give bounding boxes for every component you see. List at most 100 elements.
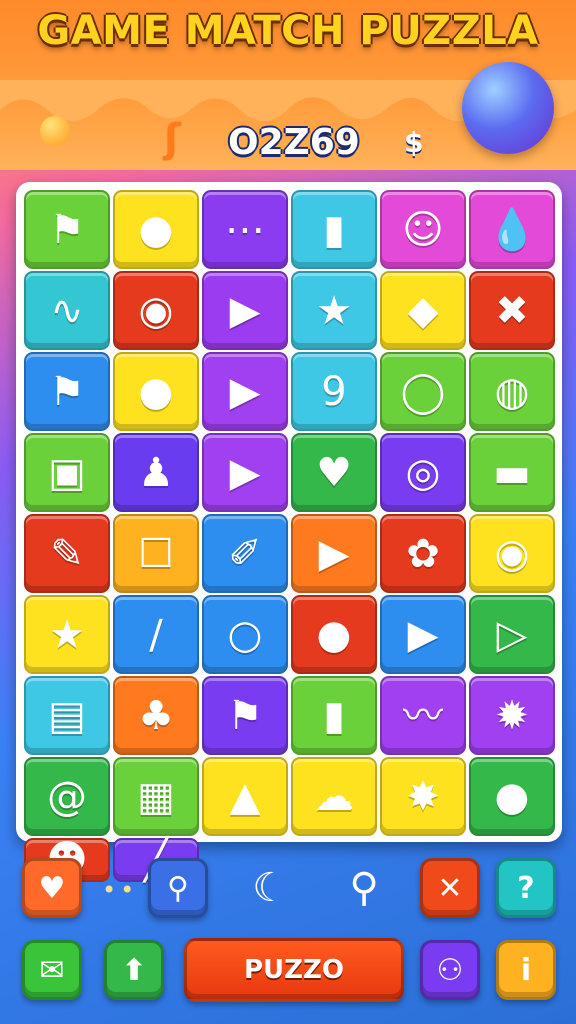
monster-box-tile[interactable]: ▣ <box>24 433 110 512</box>
balloon-icon: ● <box>138 368 174 415</box>
fox-face-icon: ◉ <box>138 287 174 334</box>
easel-tile[interactable]: ▦ <box>113 757 199 836</box>
orange-triangle-icon: ▶ <box>318 530 350 577</box>
number-nine-tile[interactable]: 9 <box>291 352 377 431</box>
page-dots: •• <box>102 876 139 904</box>
battery-tile[interactable]: ▮ <box>291 676 377 755</box>
chat-cookie-tile[interactable]: ● <box>291 595 377 674</box>
help-button[interactable]: ? <box>496 858 556 918</box>
help-icon: ? <box>517 870 535 906</box>
red-gem-tile[interactable]: ◆ <box>380 271 466 350</box>
snake-icon: ∿ <box>50 287 84 334</box>
drop-tile[interactable]: 💧 <box>469 190 555 269</box>
needle-tile[interactable]: ∕ <box>113 595 199 674</box>
chat-bubble-icon: ⋯ <box>225 206 265 253</box>
balloon-tile[interactable]: ● <box>113 352 199 431</box>
lightbulb-tile[interactable]: ◯ <box>380 352 466 431</box>
hook-icon: ʃ <box>164 116 181 162</box>
info-button[interactable]: i <box>496 940 556 1000</box>
sphere-tile[interactable]: ◍ <box>469 352 555 431</box>
ring-tile[interactable]: ○ <box>202 595 288 674</box>
fox-face-tile[interactable]: ◉ <box>113 271 199 350</box>
pen-tile[interactable]: ✐ <box>202 514 288 593</box>
us-flag-icon: ⚑ <box>227 692 263 739</box>
play-triangle-icon: ▶ <box>229 287 261 334</box>
magnifier-button[interactable]: ⚲ <box>334 858 394 918</box>
user-button[interactable]: ⚇ <box>420 940 480 1000</box>
fox-icon: ▲ <box>229 773 261 820</box>
puzzo-button[interactable]: PUZZO <box>184 938 404 1002</box>
box-face-icon: ☐ <box>138 530 174 577</box>
play-button-tile[interactable]: ▶ <box>202 352 288 431</box>
orange-triangle-tile[interactable]: ▶ <box>291 514 377 593</box>
grandma-face-icon: ☺ <box>402 206 444 253</box>
snake-tile[interactable]: ∿ <box>24 271 110 350</box>
heart-icon: ♥ <box>38 870 66 906</box>
star-icon: ★ <box>316 287 352 334</box>
heart-card-icon: ♥ <box>316 449 352 496</box>
pacifier-tile[interactable]: ♟ <box>113 433 199 512</box>
star-tile[interactable]: ★ <box>291 271 377 350</box>
palm-tree-icon: ♣ <box>138 692 174 739</box>
pencil-tile[interactable]: ✎ <box>24 514 110 593</box>
box-face-tile[interactable]: ☐ <box>113 514 199 593</box>
orange-fruit-tile[interactable]: ● <box>469 757 555 836</box>
flashlight-button[interactable]: ⚲ <box>148 858 208 918</box>
us-flag-tile[interactable]: ⚑ <box>202 676 288 755</box>
monster-box-icon: ▣ <box>48 449 86 496</box>
fox-tile[interactable]: ▲ <box>202 757 288 836</box>
ring-icon: ○ <box>227 611 263 658</box>
close-button[interactable]: ✕ <box>420 858 480 918</box>
speech-bubble-tile[interactable]: ● <box>113 190 199 269</box>
blue-triangle-tile[interactable]: ▶ <box>202 433 288 512</box>
arrow-icon: ⬆ <box>121 952 147 988</box>
drop-icon: 💧 <box>487 206 537 253</box>
cloud-icon: ☁ <box>314 773 354 820</box>
battery-icon: ▮ <box>322 692 345 739</box>
red-gem-icon: ◆ <box>407 287 439 334</box>
lizard-tile[interactable]: 〰 <box>380 676 466 755</box>
game-title: GAME MATCH PUZZLA <box>37 8 539 54</box>
red-flag-tile[interactable]: ⚑ <box>24 352 110 431</box>
sun-tile[interactable]: ✸ <box>380 757 466 836</box>
splash-icon: ✹ <box>495 692 529 739</box>
message-button[interactable]: ✉ <box>22 940 82 1000</box>
spiral-tile[interactable]: @ <box>24 757 110 836</box>
moon-shape-button[interactable]: ☾ <box>240 858 300 918</box>
orange-fruit-icon: ● <box>494 773 530 820</box>
play-button-icon: ▶ <box>229 368 261 415</box>
flag-icon: ⚑ <box>49 206 85 253</box>
purple-orb-decoration <box>462 62 554 154</box>
cross-tile[interactable]: ✖ <box>469 271 555 350</box>
play-triangle-tile[interactable]: ▶ <box>202 271 288 350</box>
paw-tile[interactable]: ✿ <box>380 514 466 593</box>
heart-card-tile[interactable]: ♥ <box>291 433 377 512</box>
moon-shape-icon: ☾ <box>252 865 288 911</box>
flag-tile[interactable]: ⚑ <box>24 190 110 269</box>
bottle-tile[interactable]: ▮ <box>291 190 377 269</box>
heart-button[interactable]: ♥ <box>22 858 82 918</box>
grandma-face-tile[interactable]: ☺ <box>380 190 466 269</box>
rainbow-arrow-tile[interactable]: ▶ <box>380 595 466 674</box>
arrow-button[interactable]: ⬆ <box>104 940 164 1000</box>
gold-star-icon: ★ <box>49 611 85 658</box>
video-play-tile[interactable]: ▷ <box>469 595 555 674</box>
palm-tree-tile[interactable]: ♣ <box>113 676 199 755</box>
lightbulb-icon: ◯ <box>400 368 446 415</box>
cross-icon: ✖ <box>495 287 529 334</box>
donut-icon: ◎ <box>405 449 441 496</box>
donut-tile[interactable]: ◎ <box>380 433 466 512</box>
sun-icon: ✸ <box>406 773 440 820</box>
pink-bag-tile[interactable]: ▤ <box>24 676 110 755</box>
lizard-icon: 〰 <box>403 692 443 739</box>
blue-ring-tile[interactable]: ◉ <box>469 514 555 593</box>
cloud-tile[interactable]: ☁ <box>291 757 377 836</box>
chat-cookie-icon: ● <box>316 611 352 658</box>
bottle-icon: ▮ <box>322 206 345 253</box>
gold-star-tile[interactable]: ★ <box>24 595 110 674</box>
splash-tile[interactable]: ✹ <box>469 676 555 755</box>
video-play-icon: ▷ <box>496 611 528 658</box>
green-tube-tile[interactable]: ▬ <box>469 433 555 512</box>
speech-bubble-icon: ● <box>138 206 174 253</box>
chat-bubble-tile[interactable]: ⋯ <box>202 190 288 269</box>
